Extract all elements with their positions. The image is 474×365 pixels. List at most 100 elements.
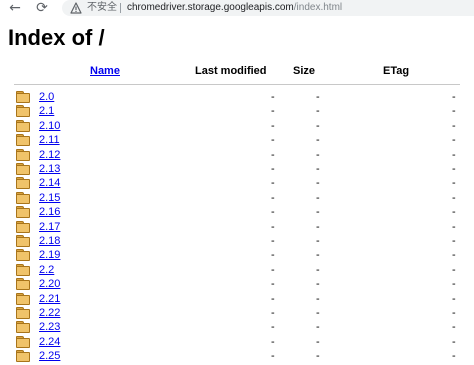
table-row: 2.15 - - - [0,191,474,205]
column-header-name[interactable]: Name [90,64,120,78]
column-header-size: Size [293,65,316,77]
table-row: 2.14 - - - [0,176,474,190]
folder-icon [16,264,30,276]
table-row: 2.0 - - - [0,90,474,104]
table-row: 2.10 - - - [0,119,474,133]
last-modified-cell: - [271,134,275,146]
last-modified-cell: - [271,221,275,233]
last-modified-cell: - [271,321,275,333]
folder-link[interactable]: 2.1 [39,104,54,118]
size-cell: - [316,177,320,189]
etag-cell: - [452,278,456,290]
last-modified-cell: - [271,163,275,175]
folder-link[interactable]: 2.23 [39,320,60,334]
folder-link[interactable]: 2.13 [39,162,60,176]
size-cell: - [316,192,320,204]
table-row: 2.17 - - - [0,220,474,234]
etag-cell: - [452,206,456,218]
folder-icon [16,221,30,233]
table-row: 2.22 - - - [0,306,474,320]
etag-cell: - [452,192,456,204]
size-cell: - [316,293,320,305]
url-path: /index.html [293,2,343,13]
folder-link[interactable]: 2.11 [39,133,60,147]
folder-icon [16,336,30,348]
folder-icon [16,91,30,103]
last-modified-cell: - [271,105,275,117]
folder-icon [16,192,30,204]
folder-icon [16,249,30,261]
folder-icon [16,149,30,161]
reload-icon[interactable]: ⟳ [34,0,50,16]
size-cell: - [316,105,320,117]
folder-link[interactable]: 2.24 [39,335,60,349]
table-row: 2.25 - - - [0,349,474,363]
last-modified-cell: - [271,278,275,290]
folder-icon [16,177,30,189]
column-header-last-modified: Last modified [195,65,267,77]
folder-link[interactable]: 2.18 [39,234,60,248]
size-cell: - [316,336,320,348]
folder-link[interactable]: 2.20 [39,277,60,291]
table-row: 2.2 - - - [0,263,474,277]
table-row: 2.12 - - - [0,148,474,162]
folder-icon [16,278,30,290]
address-separator [120,3,121,13]
size-cell: - [316,321,320,333]
folder-link[interactable]: 2.17 [39,220,60,234]
last-modified-cell: - [271,206,275,218]
table-row: 2.1 - - - [0,104,474,118]
folder-link[interactable]: 2.21 [39,292,60,306]
folder-icon [16,321,30,333]
size-cell: - [316,350,320,362]
etag-cell: - [452,321,456,333]
folder-icon [16,120,30,132]
folder-icon [16,206,30,218]
last-modified-cell: - [271,192,275,204]
etag-cell: - [452,350,456,362]
folder-link[interactable]: 2.14 [39,176,60,190]
etag-cell: - [452,91,456,103]
url-host: chromedriver.storage.googleapis.com [127,2,294,13]
folder-icon [16,235,30,247]
folder-icon [16,307,30,319]
folder-link[interactable]: 2.0 [39,90,54,104]
table-row: 2.11 - - - [0,133,474,147]
back-arrow-icon[interactable]: ← [7,0,23,16]
folder-link[interactable]: 2.15 [39,191,60,205]
folder-link[interactable]: 2.22 [39,306,60,320]
last-modified-cell: - [271,293,275,305]
table-row: 2.19 - - - [0,248,474,262]
page-title: Index of / [8,25,105,50]
last-modified-cell: - [271,149,275,161]
folder-link[interactable]: 2.19 [39,248,60,262]
address-bar[interactable]: 不安全 chromedriver.storage.googleapis.com/… [62,0,474,16]
table-row: 2.20 - - - [0,277,474,291]
not-secure-label[interactable]: 不安全 [87,1,117,15]
folder-link[interactable]: 2.12 [39,148,60,162]
table-row: 2.21 - - - [0,292,474,306]
etag-cell: - [452,177,456,189]
warning-icon[interactable] [70,2,82,14]
table-row: 2.23 - - - [0,320,474,334]
size-cell: - [316,264,320,276]
url-text[interactable]: chromedriver.storage.googleapis.com/inde… [127,1,342,15]
header-divider [14,84,460,85]
column-header-etag: ETag [383,65,410,77]
last-modified-cell: - [271,336,275,348]
table-row: 2.16 - - - [0,205,474,219]
size-cell: - [316,307,320,319]
etag-cell: - [452,249,456,261]
folder-link[interactable]: 2.10 [39,119,60,133]
etag-cell: - [452,149,456,161]
etag-cell: - [452,336,456,348]
folder-link[interactable]: 2.2 [39,263,54,277]
last-modified-cell: - [271,249,275,261]
table-row: 2.18 - - - [0,234,474,248]
size-cell: - [316,134,320,146]
folder-link[interactable]: 2.25 [39,349,60,363]
folder-icon [16,105,30,117]
folder-link[interactable]: 2.16 [39,205,60,219]
etag-cell: - [452,235,456,247]
size-cell: - [316,221,320,233]
